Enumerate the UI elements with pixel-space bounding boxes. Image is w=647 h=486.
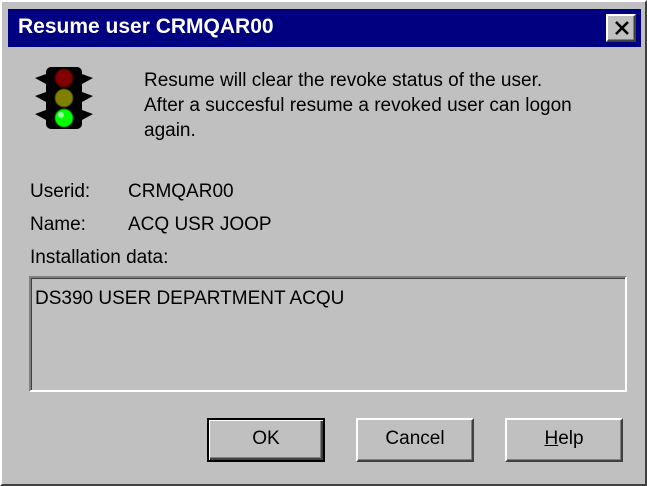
message-line: again.	[144, 120, 196, 141]
cancel-button[interactable]: Cancel	[356, 418, 474, 462]
traffic-light-icon	[35, 67, 93, 129]
message-text: Resume will clear the revoke status of t…	[144, 68, 634, 143]
ok-button-label: OK	[252, 428, 280, 449]
message-line: After a succesful resume a revoked user …	[144, 95, 572, 116]
help-button-label: elp	[558, 428, 584, 449]
close-button[interactable]	[606, 14, 636, 42]
installation-data-value: DS390 USER DEPARTMENT ACQU	[35, 288, 345, 309]
installation-data-label: Installation data:	[30, 247, 169, 268]
dialog-title: Resume user CRMQAR00	[18, 15, 274, 38]
help-button[interactable]: Help	[505, 418, 623, 462]
help-mnemonic: H	[544, 428, 559, 449]
close-icon	[615, 21, 629, 35]
cancel-button-label: Cancel	[385, 428, 445, 449]
installation-data-field[interactable]: DS390 USER DEPARTMENT ACQU	[29, 276, 627, 392]
name-value: ACQ USR JOOP	[128, 214, 272, 235]
userid-value: CRMQAR00	[128, 181, 234, 202]
name-label: Name:	[30, 214, 86, 235]
ok-button[interactable]: OK	[207, 418, 325, 462]
resume-user-dialog: Resume user CRMQAR00 Resume will clear t…	[0, 0, 647, 486]
userid-label: Userid:	[30, 181, 91, 202]
title-bar[interactable]: Resume user CRMQAR00	[8, 9, 641, 47]
message-line: Resume will clear the revoke status of t…	[144, 70, 543, 91]
